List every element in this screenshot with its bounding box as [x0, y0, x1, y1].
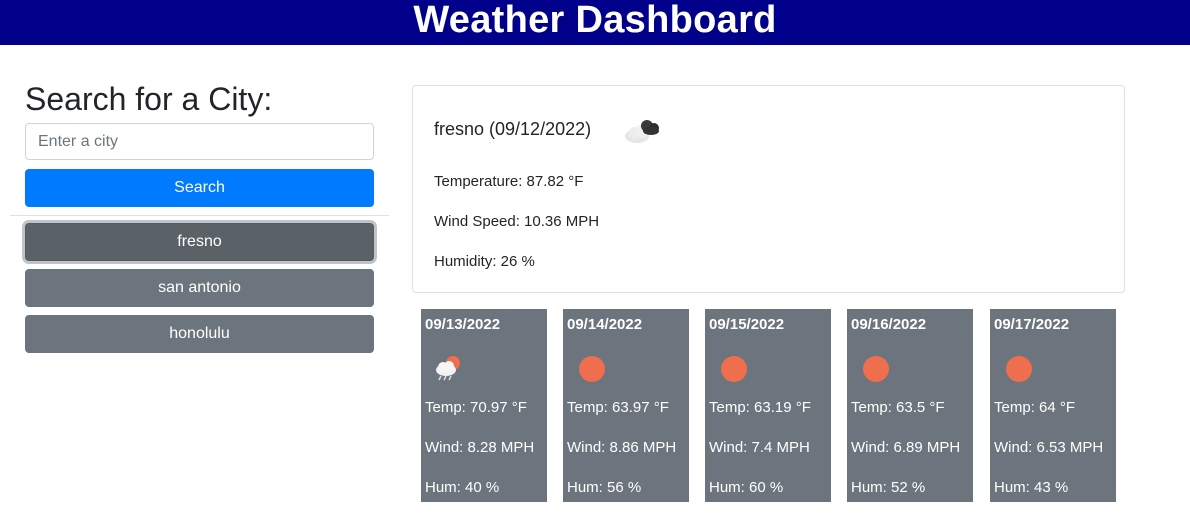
- history-button-honolulu[interactable]: honolulu: [25, 315, 374, 353]
- forecast-date: 09/13/2022: [425, 316, 501, 333]
- sun-icon: [859, 354, 893, 384]
- search-sidebar: Search for a City: Search fresno san ant…: [0, 45, 390, 531]
- history-button-san-antonio[interactable]: san antonio: [25, 269, 374, 307]
- search-button[interactable]: Search: [25, 169, 374, 207]
- forecast-humidity: Hum: 52 %: [851, 479, 926, 496]
- forecast-wind: Wind: 7.4 MPH: [709, 439, 810, 456]
- forecast-date: 09/17/2022: [994, 316, 1070, 333]
- page-title: Weather Dashboard: [413, 0, 777, 41]
- forecast-humidity: Hum: 60 %: [709, 479, 784, 496]
- search-history-list: fresno san antonio honolulu: [25, 223, 374, 361]
- history-button-fresno[interactable]: fresno: [25, 223, 374, 261]
- forecast-temperature: Temp: 63.97 °F: [567, 399, 669, 416]
- forecast-wind: Wind: 6.89 MPH: [851, 439, 961, 456]
- current-wind-speed: Wind Speed: 10.36 MPH: [434, 213, 600, 230]
- sun-icon: [575, 354, 609, 384]
- forecast-date: 09/15/2022: [709, 316, 785, 333]
- divider: [10, 215, 389, 216]
- current-humidity: Humidity: 26 %: [434, 253, 535, 270]
- page-header: Weather Dashboard: [0, 0, 1190, 45]
- forecast-card: 09/16/2022 Temp: 63.5 °F Wind: 6.89 MPH …: [847, 309, 973, 502]
- forecast-temperature: Temp: 63.5 °F: [851, 399, 945, 416]
- five-day-forecast: 09/13/2022 Temp: 70.97 °F Wind: 8.28 MPH…: [421, 309, 1121, 502]
- city-search-input[interactable]: [25, 123, 374, 160]
- forecast-temperature: Temp: 63.19 °F: [709, 399, 811, 416]
- current-temperature: Temperature: 87.82 °F: [434, 173, 584, 190]
- sun-icon: [717, 354, 751, 384]
- forecast-date: 09/16/2022: [851, 316, 927, 333]
- forecast-card: 09/15/2022 Temp: 63.19 °F Wind: 7.4 MPH …: [705, 309, 831, 502]
- current-city-title: fresno (09/12/2022): [434, 119, 592, 139]
- forecast-temperature: Temp: 70.97 °F: [425, 399, 527, 416]
- forecast-humidity: Hum: 43 %: [994, 479, 1069, 496]
- forecast-humidity: Hum: 40 %: [425, 479, 500, 496]
- forecast-humidity: Hum: 56 %: [567, 479, 642, 496]
- broken-clouds-icon: [623, 114, 663, 146]
- forecast-card: 09/14/2022 Temp: 63.97 °F Wind: 8.86 MPH…: [563, 309, 689, 502]
- forecast-wind: Wind: 8.28 MPH: [425, 439, 535, 456]
- search-heading: Search for a City:: [25, 81, 273, 117]
- forecast-wind: Wind: 8.86 MPH: [567, 439, 677, 456]
- forecast-card: 09/17/2022 Temp: 64 °F Wind: 6.53 MPH Hu…: [990, 309, 1116, 502]
- sun-rain-cloud-icon: [433, 354, 467, 384]
- current-weather-card: fresno (09/12/2022) Temperature: 87.82 °…: [412, 85, 1125, 293]
- forecast-temperature: Temp: 64 °F: [994, 399, 1076, 416]
- forecast-wind: Wind: 6.53 MPH: [994, 439, 1104, 456]
- sun-icon: [1002, 354, 1036, 384]
- forecast-date: 09/14/2022: [567, 316, 643, 333]
- forecast-card: 09/13/2022 Temp: 70.97 °F Wind: 8.28 MPH…: [421, 309, 547, 502]
